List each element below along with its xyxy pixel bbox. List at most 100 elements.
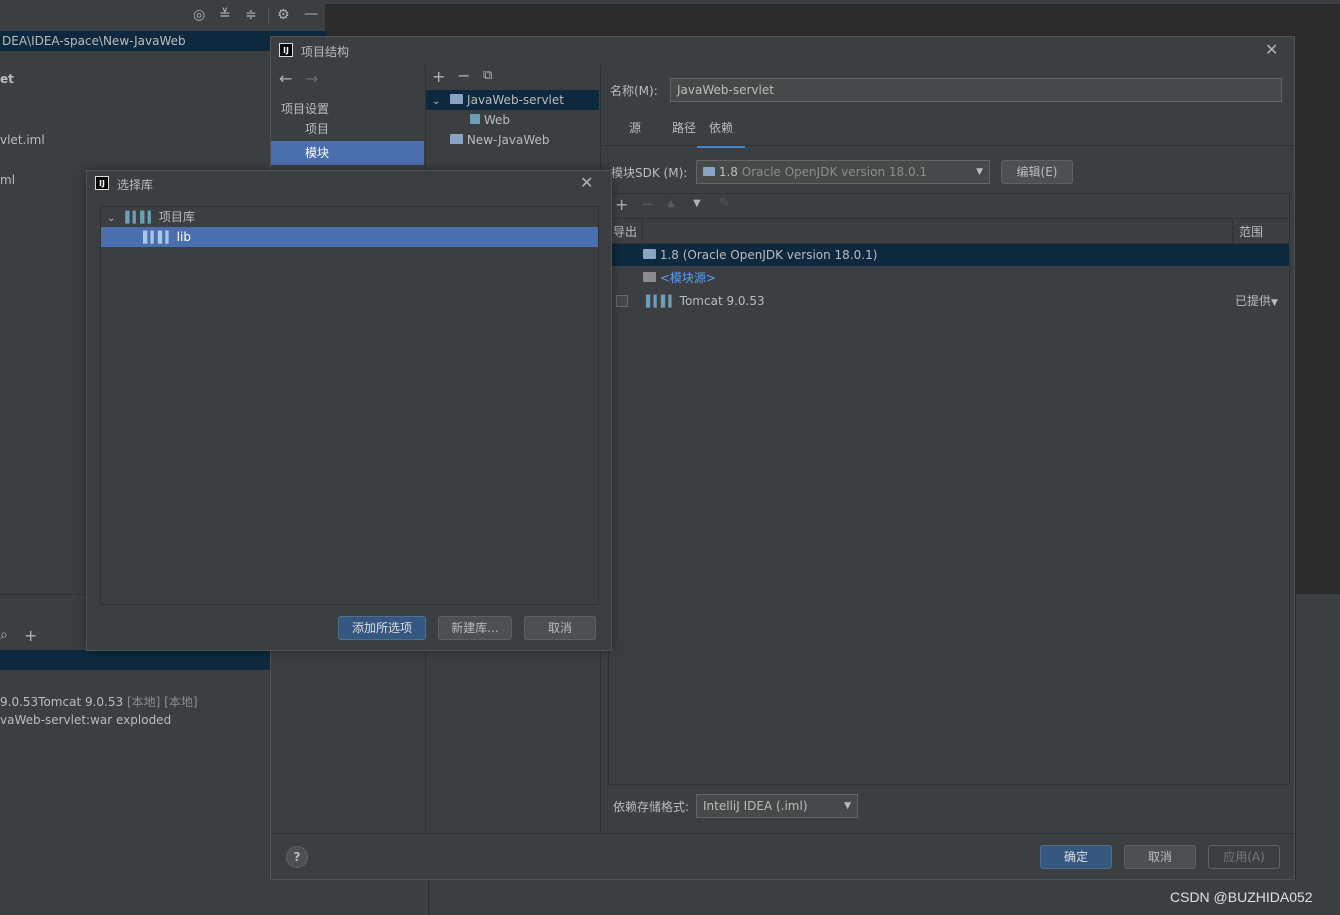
choose-library-dialog: IJ 选择库 ✕ ⌄ ▌▍▌▍ 项目库 ▌▍▌▍ lib 添加所选项 新建库..…: [86, 170, 612, 651]
services-selected-row[interactable]: [0, 650, 270, 670]
dialog-footer: ? 确定 取消 应用(A): [271, 833, 1294, 880]
remove-icon[interactable]: −: [641, 195, 654, 213]
run-config-name: 9.0.53Tomcat 9.0.53: [0, 695, 124, 709]
module-name: JavaWeb-servlet: [467, 93, 564, 107]
sdk-folder-icon: [703, 167, 715, 176]
library-icon: ▌▍▌▍: [143, 231, 174, 244]
close-icon[interactable]: ✕: [1265, 40, 1278, 59]
module-name: New-JavaWeb: [466, 133, 550, 147]
new-library-button[interactable]: 新建库...: [438, 616, 512, 640]
scope-dropdown[interactable]: 已提供▼: [1235, 290, 1278, 314]
expand-all-icon[interactable]: ≚: [219, 7, 231, 23]
dependencies-header: 导出 范围: [609, 219, 1289, 244]
module-folder-icon: [450, 134, 463, 144]
dialog-title: 选择库: [117, 178, 154, 192]
close-icon[interactable]: ✕: [580, 173, 593, 192]
module-item-javaweb-servlet[interactable]: ⌄ JavaWeb-servlet: [426, 90, 599, 110]
sdk-version: 1.8: [718, 165, 738, 179]
dialog-title: 项目结构: [301, 45, 350, 59]
export-checkbox[interactable]: [616, 295, 628, 307]
module-name-field[interactable]: JavaWeb-servlet: [670, 78, 1282, 102]
export-column-header: 导出: [613, 225, 638, 239]
nav-section-project-settings: 项目设置: [281, 102, 330, 116]
edit-pencil-icon[interactable]: ✎: [719, 196, 730, 211]
column-divider: [1232, 219, 1233, 243]
move-down-icon[interactable]: ▼: [693, 198, 701, 209]
tab-dependencies[interactable]: 依赖: [697, 119, 746, 148]
ok-button[interactable]: 确定: [1040, 845, 1112, 869]
chevron-down-icon[interactable]: ⌄: [426, 96, 440, 107]
bottom-divider: [428, 880, 429, 915]
name-label: 名称(M):: [610, 84, 658, 98]
module-settings-panel: 名称(M): JavaWeb-servlet 源 路径 依赖 模块SDK (M)…: [601, 65, 1294, 833]
dependencies-toolbar: + − ▲ ▼ ✎: [609, 194, 1289, 219]
edit-sdk-button[interactable]: 编辑(E): [1001, 160, 1073, 184]
storage-format-label: 依赖存储格式:: [613, 800, 690, 814]
move-up-icon[interactable]: ▲: [667, 198, 675, 209]
toolbar-separator: [268, 8, 269, 24]
tab-paths[interactable]: 路径: [672, 119, 696, 145]
gear-icon[interactable]: ⚙: [277, 7, 290, 23]
sdk-folder-icon: [643, 249, 656, 259]
dropdown-arrow-icon: ▼: [844, 801, 851, 811]
add-icon[interactable]: +: [432, 67, 445, 86]
arrow-left-icon[interactable]: ←: [279, 69, 292, 88]
services-panel-right: [1296, 594, 1340, 915]
facet-item-web[interactable]: Web: [470, 110, 510, 130]
column-divider: [642, 219, 643, 243]
library-icon: ▌▍▌▍: [646, 295, 677, 308]
run-config-tag: [本地]: [164, 695, 198, 709]
dependency-name: <模块源>: [659, 271, 716, 285]
dialog-title-bar[interactable]: IJ 项目结构 ✕: [271, 37, 1294, 65]
nav-item-label: 模块: [305, 146, 330, 160]
locate-icon[interactable]: ◎: [193, 7, 205, 23]
add-icon[interactable]: +: [24, 626, 37, 645]
add-icon[interactable]: +: [615, 195, 628, 214]
dependency-row-module-source[interactable]: <模块源>: [609, 267, 1289, 289]
tab-divider: [601, 145, 1294, 146]
sdk-description: Oracle OpenJDK version 18.0.1: [741, 165, 928, 179]
arrow-right-icon[interactable]: →: [305, 69, 318, 88]
intellij-logo-icon: IJ: [95, 176, 109, 190]
storage-format-value: IntelliJ IDEA (.iml): [703, 799, 808, 813]
artifact-line[interactable]: vaWeb-servlet:war exploded: [0, 713, 171, 727]
add-selected-button[interactable]: 添加所选项: [338, 616, 426, 640]
run-config-tag: [本地]: [126, 695, 161, 709]
nav-item-project[interactable]: 项目: [271, 117, 424, 141]
tree-item[interactable]: et: [0, 72, 14, 86]
cancel-button[interactable]: 取消: [1124, 845, 1196, 869]
remove-icon[interactable]: −: [457, 66, 470, 85]
watermark: CSDN @BUZHIDA052: [1170, 889, 1313, 905]
dropdown-arrow-icon: ▼: [1271, 298, 1278, 308]
tree-item[interactable]: ml: [0, 173, 15, 187]
module-sdk-combo[interactable]: 1.8 Oracle OpenJDK version 18.0.1 ▼: [696, 160, 990, 184]
module-item-new-javaweb[interactable]: New-JavaWeb: [450, 130, 550, 150]
dependency-name: 1.8 (Oracle OpenJDK version 18.0.1): [659, 248, 878, 262]
tree-item[interactable]: vlet.iml: [0, 133, 45, 147]
module-sdk-label: 模块SDK (M):: [611, 166, 688, 180]
apply-button[interactable]: 应用(A): [1208, 845, 1280, 869]
minimize-icon[interactable]: —: [304, 6, 318, 22]
nav-item-modules[interactable]: 模块: [271, 141, 424, 165]
library-icon: ▌▍▌▍: [125, 211, 156, 224]
tab-sources[interactable]: 源: [629, 119, 641, 145]
run-config-line[interactable]: 9.0.53Tomcat 9.0.53 [本地] [本地]: [0, 693, 198, 710]
scope-value: 已提供: [1235, 294, 1272, 308]
tree-item-label: lib: [176, 230, 191, 244]
tree-group-label: 项目库: [158, 210, 195, 224]
module-folder-icon: [450, 94, 464, 104]
facet-name: Web: [483, 113, 510, 127]
help-button[interactable]: ?: [286, 846, 308, 868]
tree-item-lib[interactable]: ▌▍▌▍ lib: [101, 227, 598, 247]
chevron-down-icon[interactable]: ⌄: [101, 213, 115, 224]
scope-column-header: 范围: [1239, 225, 1264, 239]
search-icon[interactable]: ⌕: [0, 627, 8, 643]
copy-icon[interactable]: ⧉: [483, 68, 492, 83]
dependency-row-tomcat[interactable]: ▌▍▌▍ Tomcat 9.0.53 已提供▼: [609, 290, 1289, 312]
collapse-all-icon[interactable]: ≑: [245, 7, 257, 23]
storage-format-combo[interactable]: IntelliJ IDEA (.iml) ▼: [696, 794, 858, 818]
intellij-logo-icon: IJ: [279, 43, 293, 57]
cancel-button[interactable]: 取消: [524, 616, 596, 640]
dependency-row-sdk[interactable]: 1.8 (Oracle OpenJDK version 18.0.1): [609, 244, 1289, 266]
tree-group-project-libraries[interactable]: ⌄ ▌▍▌▍ 项目库: [101, 207, 598, 227]
